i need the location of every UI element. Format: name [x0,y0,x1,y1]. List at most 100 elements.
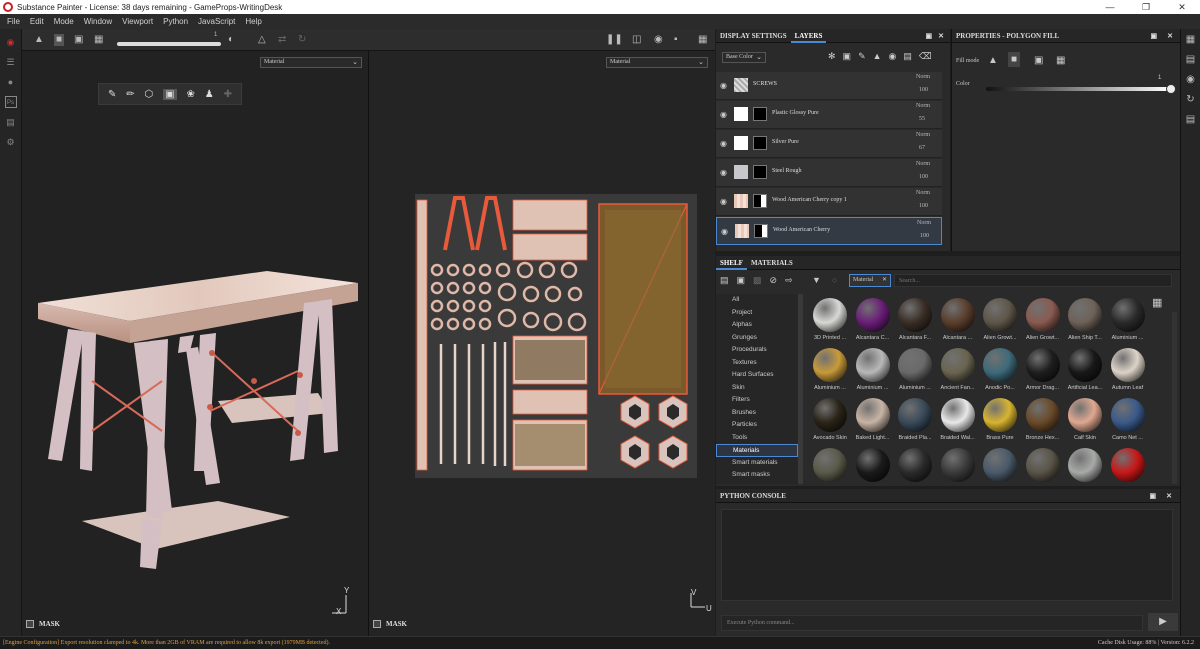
filter-icon[interactable]: ▼ [812,275,821,285]
layer-blend-mode[interactable]: Norm [916,132,930,138]
mirror-icon[interactable]: ⇄ [278,34,286,46]
material-thumbnail[interactable]: Alcantara F... [895,296,935,346]
material-thumbnail[interactable]: Anodic Po... [980,346,1020,396]
visibility-eye-icon[interactable]: ◉ [720,168,727,177]
folder-icon[interactable]: ▤ [720,275,729,286]
menu-javascript[interactable]: JavaScript [198,17,235,26]
material-thumbnail[interactable]: Braided Pla... [895,396,935,446]
layer-blend-mode[interactable]: Norm [916,190,930,196]
category-textures[interactable]: Textures [716,357,798,370]
material-thumbnail[interactable]: Alien Growt... [980,296,1020,346]
fill-mode-object-icon[interactable]: ▣ [1034,55,1043,66]
layer-row[interactable]: ◉ Silver Pure Norm 67 [716,130,942,158]
viewport-2d-uv[interactable]: Material ⌄ MASK V U [369,51,715,636]
camera-video-icon[interactable]: ▪ [674,34,678,46]
menu-edit[interactable]: Edit [30,17,44,26]
material-thumbnail[interactable]: Autumn Leaf [1108,346,1148,396]
viewport-2d-channel-dropdown[interactable]: Material ⌄ [606,57,708,68]
layers-list-icon[interactable]: ☰ [5,56,17,68]
add-fill-layer-icon[interactable]: ▲ [873,51,882,62]
layer-row-selected[interactable]: ◉ Wood American Cherry Norm 100 [716,217,942,245]
viewport-3d[interactable]: Material ⌄ MASK Y X ✎ ✏ ⬡ ▣ ❀ ♟ ✚ [22,51,368,636]
material-thumbnail[interactable]: Aluminium ... [810,346,850,396]
screenshot-camera-icon[interactable]: ▦ [698,34,707,46]
material-thumbnail[interactable]: Artificial Lea... [1065,346,1105,396]
console-input[interactable]: Execute Python command... [721,615,1143,631]
material-thumbnail[interactable]: Baked Light... [853,396,893,446]
layers-panel-detach-icon[interactable]: ▣ [926,32,933,40]
menu-viewport[interactable]: Viewport [122,17,153,26]
layer-opacity[interactable]: 100 [919,87,928,93]
shelf-search-input[interactable] [894,274,1172,287]
remove-filter-icon[interactable]: ✕ [882,275,887,286]
console-detach-icon[interactable]: ▣ [1150,492,1157,500]
clone-stamp-icon[interactable]: ♟ [205,89,214,100]
tab-layers[interactable]: LAYERS [790,29,827,43]
color-slider-handle[interactable] [1166,84,1176,94]
half-circle-icon[interactable]: ◐ [228,34,234,46]
layer-channel-dropdown[interactable]: Base Color ⌄ [722,52,766,63]
layer-blend-mode[interactable]: Norm [916,161,930,167]
tab-display-settings[interactable]: DISPLAY SETTINGS [716,29,791,43]
layer-opacity[interactable]: 55 [919,116,925,122]
material-thumbnail[interactable]: Alien Growt... [1023,296,1063,346]
menu-mode[interactable]: Mode [54,17,74,26]
material-thumbnail[interactable]: Aluminium ... [1108,296,1148,346]
category-brushes[interactable]: Brushes [716,407,798,420]
photoshop-export-icon[interactable]: Ps [4,96,17,108]
properties-detach-icon[interactable]: ▣ [1151,32,1158,40]
menu-python[interactable]: Python [163,17,188,26]
category-hard-surfaces[interactable]: Hard Surfaces [716,369,798,382]
brush-size-slider[interactable] [117,42,221,46]
add-smart-material-icon[interactable]: ◉ [889,51,897,62]
shelf-filter-tag[interactable]: Material ✕ [849,274,891,287]
layers-panel-close-icon[interactable]: ✕ [938,32,944,40]
category-materials[interactable]: Materials [716,444,798,457]
import-icon[interactable]: ⇨ [785,275,793,286]
add-folder-icon[interactable]: ▤ [903,51,912,62]
console-output[interactable] [721,509,1173,601]
layer-opacity[interactable]: 100 [919,203,928,209]
category-smart-masks[interactable]: Smart masks [716,469,798,482]
cube-view-icon[interactable]: ▣ [74,34,83,46]
layer-blend-mode[interactable]: Norm [916,103,930,109]
color-slider[interactable] [986,87,1170,91]
settings-icon[interactable]: ⚙ [5,136,17,148]
polygon-fill-icon[interactable]: ▣ [163,88,177,100]
material-thumbnail[interactable] [980,446,1020,484]
eraser-icon[interactable]: ✏ [126,89,134,100]
category-skin[interactable]: Skin [716,382,798,395]
material-thumbnail[interactable]: Aluminium ... [853,346,893,396]
material-thumbnail[interactable] [810,446,850,484]
material-thumbnail[interactable]: Avocado Skin [810,396,850,446]
solid-view-icon[interactable]: ■ [54,34,65,46]
document-icon[interactable]: ▤ [5,116,17,128]
checker-view-icon[interactable]: ▦ [94,34,103,46]
projection-tool-icon[interactable]: ⬡ [145,89,154,100]
tab-materials[interactable]: MATERIALS [747,256,797,270]
add-effect-icon[interactable]: ✻ [828,51,836,62]
category-grunges[interactable]: Grunges [716,332,798,345]
material-thumbnail[interactable] [1108,446,1148,484]
material-thumbnail[interactable]: Calf Skin [1065,396,1105,446]
material-thumbnail[interactable] [1065,446,1105,484]
layer-row[interactable]: ◉ SCREWS Norm 100 [716,72,942,100]
pause-icon[interactable]: ❚❚ [606,34,623,46]
material-thumbnail[interactable]: Alcantara ... [938,296,978,346]
paint-brush-icon[interactable]: ✎ [108,89,116,100]
visibility-eye-icon[interactable]: ◉ [720,197,727,206]
environment-icon[interactable]: ◉ [1185,74,1197,86]
symmetry-icon[interactable]: △ [258,34,266,46]
category-filters[interactable]: Filters [716,394,798,407]
split-view-icon[interactable]: ◫ [632,34,641,46]
smudge-icon[interactable]: ❀ [186,89,194,100]
material-thumbnail[interactable]: Ancient Fan... [938,346,978,396]
material-thumbnail[interactable] [853,446,893,484]
texture-set-list-icon[interactable]: ▤ [1185,54,1197,66]
menu-help[interactable]: Help [245,17,261,26]
category-tools[interactable]: Tools [716,432,798,445]
fill-mode-uv-icon[interactable]: ▦ [1056,55,1065,66]
close-window-icon[interactable]: ✕ [1164,2,1200,13]
material-thumbnail[interactable]: Bronze Hex... [1023,396,1063,446]
add-mask-icon[interactable]: ▣ [843,51,852,62]
